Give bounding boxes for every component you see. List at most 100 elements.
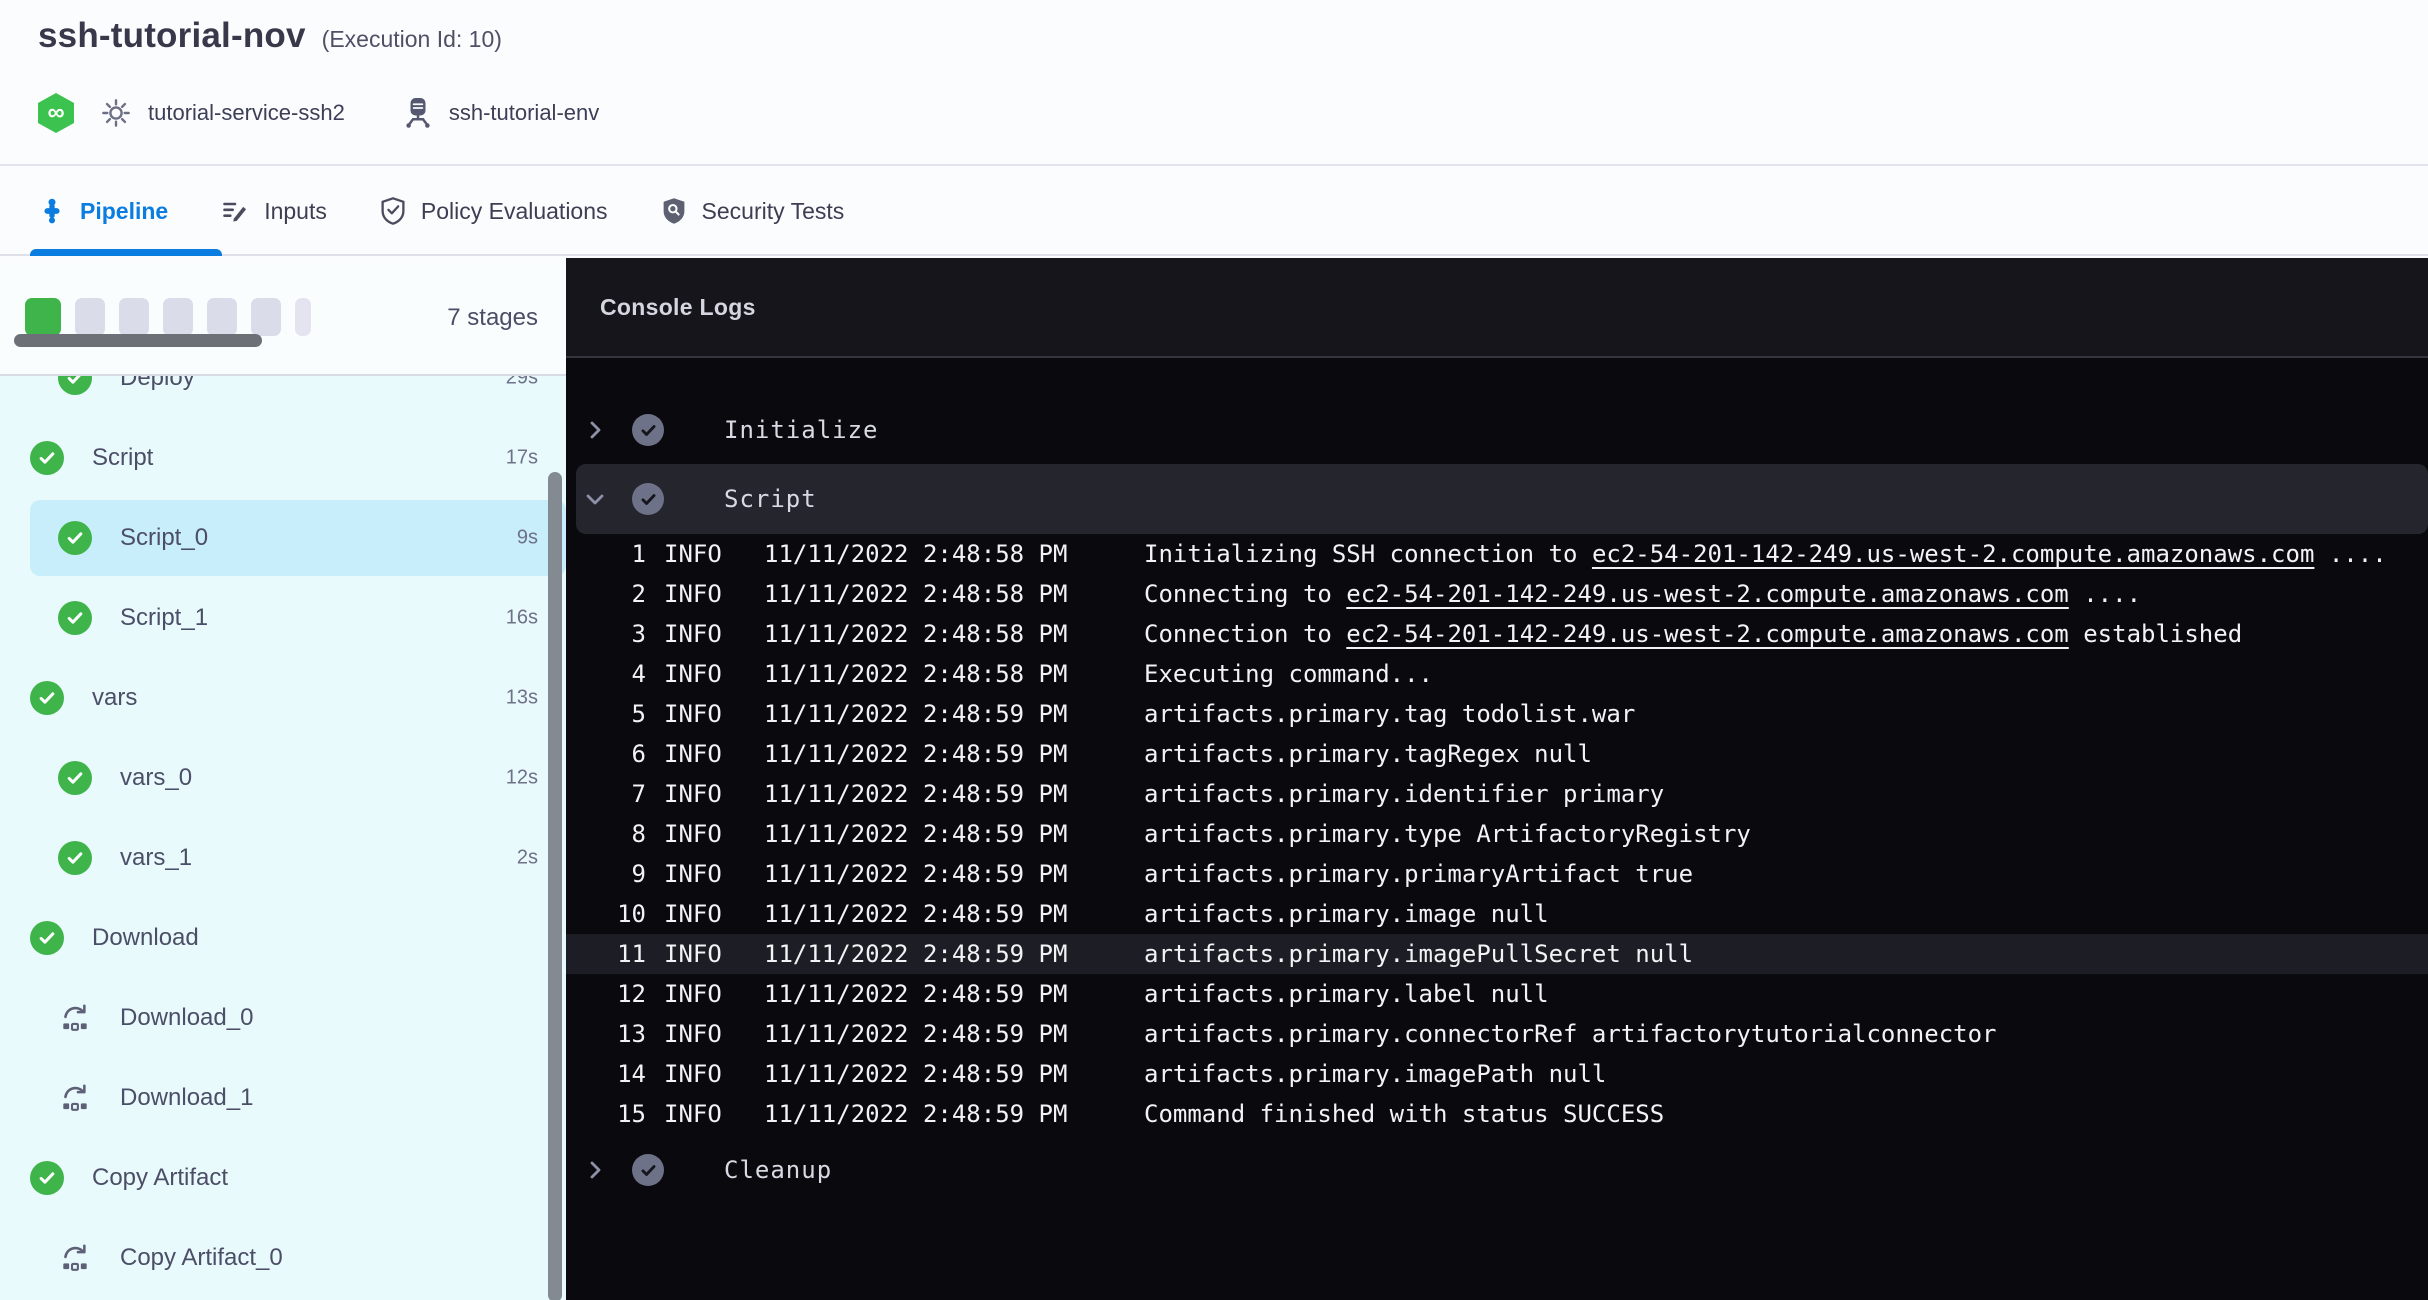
stage-label: Download <box>92 924 199 952</box>
success-check-icon <box>58 761 92 795</box>
tab-label: Inputs <box>264 198 327 225</box>
stage-item-script-0[interactable]: Script_09s <box>0 498 566 578</box>
log-message: Initializing SSH connection to ec2-54-20… <box>1144 540 2387 568</box>
log-level: INFO <box>664 980 722 1008</box>
success-check-icon <box>58 521 92 555</box>
log-timestamp: 11/11/2022 2:48:58 PM <box>764 540 1067 568</box>
stage-duration: 13s <box>506 687 538 710</box>
log-line-number: 14 <box>586 1060 646 1088</box>
log-line-3[interactable]: 3INFO11/11/2022 2:48:58 PMConnection to … <box>566 614 2428 654</box>
log-level: INFO <box>664 820 722 848</box>
log-group-cleanup[interactable]: Cleanup <box>566 1142 2428 1198</box>
host-link[interactable]: ec2-54-201-142-249.us-west-2.compute.ama… <box>1346 620 2068 648</box>
host-link[interactable]: ec2-54-201-142-249.us-west-2.compute.ama… <box>1346 580 2068 608</box>
log-message: Connection to ec2-54-201-142-249.us-west… <box>1144 620 2242 648</box>
log-level: INFO <box>664 740 722 768</box>
tab-policy-evaluations[interactable]: Policy Evaluations <box>379 168 608 254</box>
log-group-label: Script <box>724 485 817 513</box>
stage-label: vars <box>92 684 137 712</box>
stage-progress-block <box>75 298 105 336</box>
log-timestamp: 11/11/2022 2:48:58 PM <box>764 660 1067 688</box>
log-line-9[interactable]: 9INFO11/11/2022 2:48:59 PMartifacts.prim… <box>566 854 2428 894</box>
log-line-10[interactable]: 10INFO11/11/2022 2:48:59 PMartifacts.pri… <box>566 894 2428 934</box>
log-level: INFO <box>664 1060 722 1088</box>
stage-row-background <box>30 500 566 576</box>
stage-item-script-1[interactable]: Script_116s <box>0 578 566 658</box>
stage-label: Download_1 <box>120 1084 253 1112</box>
log-line-number: 4 <box>586 660 646 688</box>
stage-progress-block <box>295 298 311 336</box>
log-level: INFO <box>664 540 722 568</box>
stage-item-vars-0[interactable]: vars_012s <box>0 738 566 818</box>
log-line-number: 2 <box>586 580 646 608</box>
chevron-right-icon[interactable] <box>582 417 608 443</box>
environment-name[interactable]: ssh-tutorial-env <box>449 100 599 126</box>
tab-pipeline[interactable]: Pipeline <box>38 168 168 254</box>
log-group-script[interactable]: Script <box>576 464 2428 534</box>
chevron-right-icon[interactable] <box>582 1157 608 1183</box>
stage-item-copy-artifact[interactable]: Copy Artifact <box>0 1138 566 1218</box>
stage-item-download-0[interactable]: Download_0 <box>0 978 566 1058</box>
header-meta-row: ∞ tutorial-service-ssh2 ssh-tutorial-env <box>38 90 599 136</box>
log-level: INFO <box>664 660 722 688</box>
log-message: artifacts.primary.tagRegex null <box>1144 740 1592 768</box>
success-check-icon <box>58 841 92 875</box>
log-line-4[interactable]: 4INFO11/11/2022 2:48:58 PMExecuting comm… <box>566 654 2428 694</box>
log-message: artifacts.primary.tag todolist.war <box>1144 700 1635 728</box>
group-success-icon <box>632 414 664 446</box>
log-line-7[interactable]: 7INFO11/11/2022 2:48:59 PMartifacts.prim… <box>566 774 2428 814</box>
log-line-8[interactable]: 8INFO11/11/2022 2:48:59 PMartifacts.prim… <box>566 814 2428 854</box>
stage-duration: 29s <box>506 376 538 390</box>
stage-list: Deploy29sScript17sScript_09sScript_116sv… <box>0 376 566 1300</box>
log-line-2[interactable]: 2INFO11/11/2022 2:48:58 PMConnecting to … <box>566 574 2428 614</box>
log-timestamp: 11/11/2022 2:48:59 PM <box>764 940 1067 968</box>
log-line-12[interactable]: 12INFO11/11/2022 2:48:59 PMartifacts.pri… <box>566 974 2428 1014</box>
log-timestamp: 11/11/2022 2:48:59 PM <box>764 820 1067 848</box>
stage-item-copy-artifact-0[interactable]: Copy Artifact_0 <box>0 1218 566 1298</box>
log-level: INFO <box>664 620 722 648</box>
log-line-5[interactable]: 5INFO11/11/2022 2:48:59 PMartifacts.prim… <box>566 694 2428 734</box>
stage-progress-block <box>207 298 237 336</box>
stage-item-download[interactable]: Download <box>0 898 566 978</box>
stage-row-background <box>30 820 566 896</box>
console-title: Console Logs <box>600 294 756 321</box>
log-line-number: 3 <box>586 620 646 648</box>
stage-label: Download_0 <box>120 1004 253 1032</box>
log-level: INFO <box>664 1020 722 1048</box>
stage-item-vars[interactable]: vars 13s <box>0 658 566 738</box>
page-title: ssh-tutorial-nov <box>38 16 306 56</box>
stage-item-download-1[interactable]: Download_1 <box>0 1058 566 1138</box>
stage-item-vars-1[interactable]: vars_12s <box>0 818 566 898</box>
service-name[interactable]: tutorial-service-ssh2 <box>148 100 345 126</box>
log-line-11[interactable]: 11INFO11/11/2022 2:48:59 PMartifacts.pri… <box>566 934 2428 974</box>
sidebar-scrollbar[interactable] <box>548 472 562 1300</box>
log-group-initialize[interactable]: Initialize <box>566 402 2428 458</box>
log-level: INFO <box>664 780 722 808</box>
title-row: ssh-tutorial-nov (Execution Id: 10) <box>38 16 502 56</box>
log-group-label: Initialize <box>724 416 879 444</box>
stage-duration: 9s <box>517 527 538 550</box>
log-line-6[interactable]: 6INFO11/11/2022 2:48:59 PMartifacts.prim… <box>566 734 2428 774</box>
stage-item-script[interactable]: Script17s <box>0 418 566 498</box>
execution-id: (Execution Id: 10) <box>322 26 502 53</box>
stage-item-deploy[interactable]: Deploy29s <box>0 376 566 418</box>
log-line-1[interactable]: 1INFO11/11/2022 2:48:58 PMInitializing S… <box>566 534 2428 574</box>
log-timestamp: 11/11/2022 2:48:59 PM <box>764 1100 1067 1128</box>
log-message: artifacts.primary.imagePath null <box>1144 1060 1606 1088</box>
stage-row-background <box>30 376 566 416</box>
log-line-13[interactable]: 13INFO11/11/2022 2:48:59 PMartifacts.pri… <box>566 1014 2428 1054</box>
log-message: artifacts.primary.identifier primary <box>1144 780 1664 808</box>
policy-icon <box>379 196 407 226</box>
log-line-15[interactable]: 15INFO11/11/2022 2:48:59 PMCommand finis… <box>566 1094 2428 1134</box>
tab-security-tests[interactable]: Security Tests <box>660 168 845 254</box>
log-timestamp: 11/11/2022 2:48:59 PM <box>764 740 1067 768</box>
stage-progress-block <box>163 298 193 336</box>
host-link[interactable]: ec2-54-201-142-249.us-west-2.compute.ama… <box>1592 540 2314 568</box>
stage-duration: 12s <box>506 767 538 790</box>
step-group-icon <box>58 1241 92 1275</box>
chevron-down-icon[interactable] <box>582 486 608 512</box>
stage-progress-block <box>251 298 281 336</box>
stage-progress-scrollbar[interactable] <box>14 334 262 347</box>
log-line-14[interactable]: 14INFO11/11/2022 2:48:59 PMartifacts.pri… <box>566 1054 2428 1094</box>
tab-inputs[interactable]: Inputs <box>220 168 327 254</box>
